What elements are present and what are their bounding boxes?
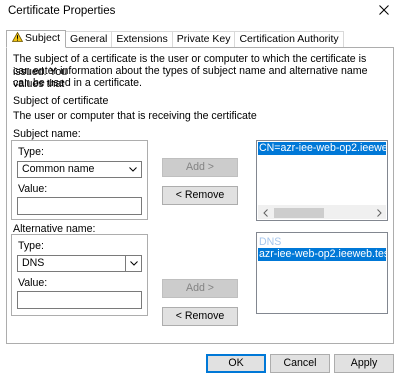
ok-button[interactable]: OK — [206, 354, 266, 373]
tab-certification-authority[interactable]: Certification Authority — [235, 31, 344, 47]
alt-type-select[interactable]: DNS — [17, 255, 142, 272]
subject-type-select[interactable]: Common name — [17, 161, 142, 178]
alt-add-button[interactable]: Add > — [162, 279, 238, 298]
title-bar: Certificate Properties — [0, 0, 400, 24]
alt-list-item[interactable]: azr-iee-web-op2.ieeweb.test — [258, 248, 387, 261]
alt-name-group: Type: DNS Value: — [11, 234, 148, 316]
alt-remove-button[interactable]: < Remove — [162, 307, 238, 326]
subject-list-item[interactable]: CN=azr-iee-web-op2.ieeweb.test — [258, 142, 387, 155]
horizontal-scrollbar[interactable] — [258, 205, 386, 219]
warning-icon — [11, 31, 24, 47]
subject-add-button[interactable]: Add > — [162, 158, 238, 177]
subject-value-label: Value: — [18, 183, 48, 195]
tab-strip: Subject General Extensions Private Key C… — [6, 30, 344, 48]
chevron-down-icon — [125, 162, 141, 177]
tab-general[interactable]: General — [66, 31, 113, 47]
chevron-down-icon — [125, 256, 141, 271]
tab-subject[interactable]: Subject — [6, 30, 67, 48]
subject-type-label: Type: — [18, 146, 44, 158]
subject-tab-panel: The subject of a certificate is the user… — [6, 47, 394, 344]
subject-name-group: Type: Common name Value: — [11, 140, 148, 220]
alt-type-value: DNS — [22, 257, 45, 269]
section-title: Subject of certificate — [13, 95, 109, 107]
scroll-right-icon[interactable] — [372, 206, 386, 220]
subject-list[interactable]: CN=azr-iee-web-op2.ieeweb.test — [256, 140, 388, 221]
close-icon[interactable] — [376, 2, 392, 18]
cancel-button[interactable]: Cancel — [270, 354, 330, 373]
alt-name-list[interactable]: DNS azr-iee-web-op2.ieeweb.test — [256, 232, 388, 314]
scroll-left-icon[interactable] — [258, 206, 272, 220]
tab-extensions[interactable]: Extensions — [112, 31, 173, 47]
subject-name-label: Subject name: — [13, 128, 81, 140]
alt-type-label: Type: — [18, 240, 44, 252]
subject-type-value: Common name — [22, 163, 95, 175]
scrollbar-thumb[interactable] — [274, 208, 324, 218]
alt-value-input[interactable] — [17, 291, 142, 309]
subject-remove-button[interactable]: < Remove — [162, 186, 238, 205]
tab-private-key[interactable]: Private Key — [172, 31, 236, 47]
tab-label: Subject — [25, 32, 61, 44]
intro-line-3: can be used in a certificate. — [13, 77, 142, 89]
subject-value-input[interactable] — [17, 197, 142, 215]
section-description: The user or computer that is receiving t… — [13, 110, 257, 122]
window-title: Certificate Properties — [8, 5, 116, 17]
alt-value-label: Value: — [18, 277, 48, 289]
apply-button[interactable]: Apply — [334, 354, 394, 373]
